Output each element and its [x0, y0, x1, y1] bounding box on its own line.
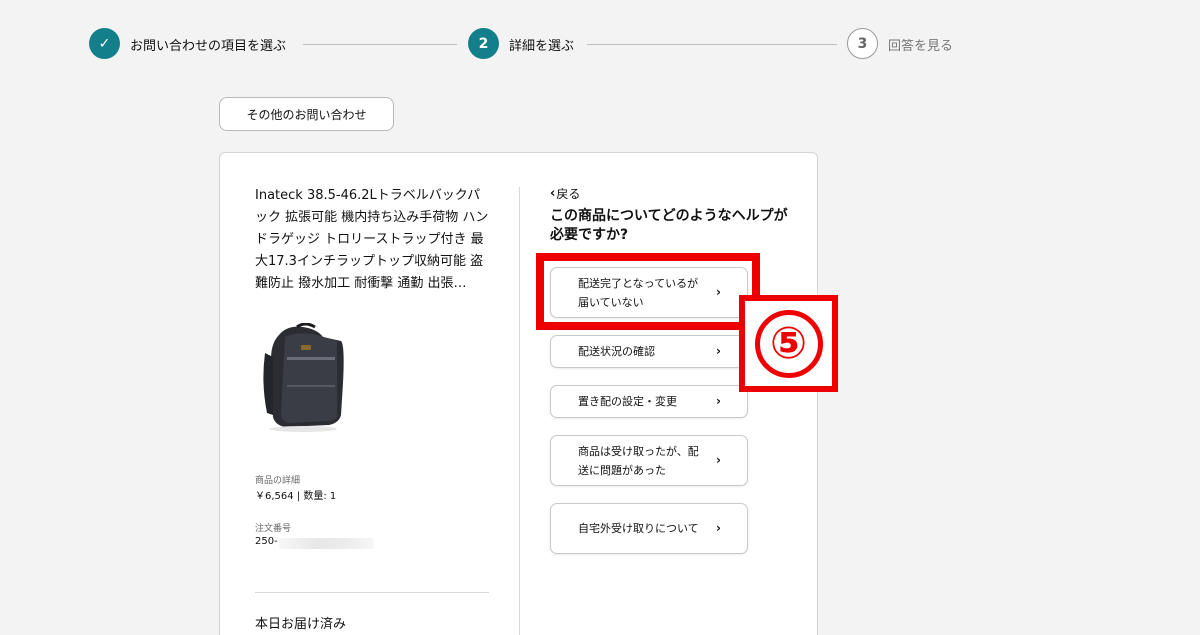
option-label: 置き配の設定・変更 [578, 395, 677, 408]
progress-stepper: ✓ お問い合わせの項目を選ぶ 2 詳細を選ぶ 3 回答を見る [89, 28, 989, 60]
chevron-right-icon: › [716, 394, 721, 408]
step-1-check-icon: ✓ [89, 28, 120, 59]
option-safe-place-settings[interactable]: 置き配の設定・変更 › [550, 385, 748, 418]
price-quantity: ￥6,564 | 数量: 1 [255, 491, 337, 502]
vertical-divider [519, 187, 520, 635]
annotation-number-box: ⑤ [739, 295, 838, 392]
product-title[interactable]: Inateck 38.5-46.2Lトラベルバックパック 拡張可能 機内持ち込み… [255, 185, 493, 295]
order-number-label: 注文番号 [255, 524, 292, 534]
step-3-label: 回答を見る [888, 39, 954, 54]
option-check-delivery-status[interactable]: 配送状況の確認 › [550, 335, 748, 368]
step-2-circle: 2 [468, 28, 499, 59]
back-label: 戻る [556, 187, 581, 201]
product-image[interactable] [257, 322, 347, 433]
step-3-circle: 3 [847, 28, 878, 59]
chevron-right-icon: › [716, 521, 721, 535]
help-question: この商品についてどのようなヘルプが必要ですか? [550, 208, 788, 243]
horizontal-divider [255, 592, 489, 593]
annotation-number: ⑤ [754, 309, 823, 378]
product-details-label: 商品の詳細 [255, 476, 301, 486]
other-inquiries-button[interactable]: その他のお問い合わせ [219, 97, 394, 131]
inquiry-card: Inateck 38.5-46.2Lトラベルバックパック 拡張可能 機内持ち込み… [219, 152, 818, 635]
option-pickup-away-from-home[interactable]: 自宅外受け取りについて › [550, 503, 748, 554]
option-label: 配送状況の確認 [578, 345, 655, 358]
step-1-label: お問い合わせの項目を選ぶ [130, 39, 287, 54]
chevron-left-icon: ‹ [550, 186, 556, 201]
chevron-right-icon: › [716, 344, 721, 358]
option-label: 自宅外受け取りについて [578, 522, 699, 535]
redacted-order-number [279, 538, 374, 549]
step-connector-1 [303, 44, 457, 45]
step-connector-2 [587, 44, 837, 45]
option-delivery-problem[interactable]: 商品は受け取ったが、配送に問題があった › [550, 435, 748, 486]
delivery-status: 本日お届け済み [255, 617, 347, 632]
annotation-highlight-box [536, 253, 760, 330]
backpack-image [263, 322, 344, 432]
option-label: 商品は受け取ったが、配送に問題があった [578, 444, 699, 477]
order-number: 250- [255, 536, 278, 547]
step-2-label: 詳細を選ぶ [509, 39, 575, 54]
chevron-right-icon: › [716, 453, 721, 467]
back-link[interactable]: ‹ 戻る [550, 185, 580, 202]
